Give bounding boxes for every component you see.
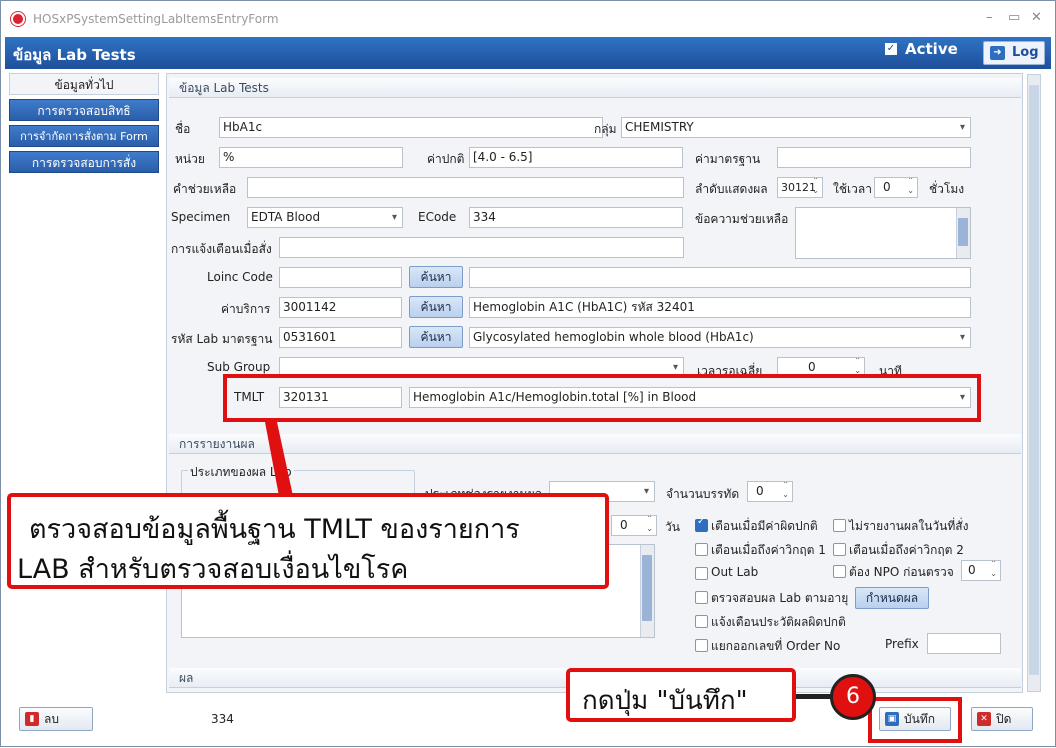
help-message-label: ข้อความช่วยเหลือ [695,212,789,226]
std-lab-input[interactable]: 0531601 [279,327,402,348]
help-message-scrollbar[interactable] [956,208,970,258]
specimen-select[interactable]: EDTA Blood [247,207,403,228]
loinc-label: Loinc Code [207,270,273,284]
lines-spinner[interactable]: 0 [747,481,793,502]
group-select[interactable]: CHEMISTRY [621,117,971,138]
tmlt-callout-line-1: ตรวจสอบข้อมูลพื้นฐาน TMLT ของรายการ [29,514,520,545]
form-title: ข้อมูล Lab Tests [13,46,136,64]
subgroup-label: Sub Group [207,360,271,374]
report-scrollbar[interactable] [640,545,654,637]
help-input[interactable] [247,177,684,198]
tmlt-callout-line-2: LAB สำหรับตรวจสอบเงื่อนไขโรค [17,554,409,585]
sidebar-item-rights[interactable]: การตรวจสอบสิทธิ [9,99,159,121]
normal-value-input[interactable]: [4.0 - 6.5] [469,147,683,168]
check-critical-1[interactable]: เตือนเมื่อถึงค่าวิกฤต 1 [695,541,826,560]
service-input[interactable]: 3001142 [279,297,402,318]
standard-input[interactable] [777,147,971,168]
order-label: ลำดับแสดงผล [695,182,768,196]
time-label: ใช้เวลา [833,182,872,196]
lines-label: จำนวนบรรทัด [666,487,740,501]
define-result-button[interactable]: กำหนดผล [855,587,929,609]
save-highlight-box [868,697,962,743]
save-callout: กดปุ่ม "บันทึก" [566,668,796,722]
service-label: ค่าบริการ [221,302,271,316]
name-label: ชื่อ [175,122,191,136]
close-button[interactable]: ✕ ปิด [971,707,1033,731]
sidebar-item-form-limit[interactable]: การจำกัดการสั่งตาม Form [9,125,159,147]
specimen-label: Specimen [171,210,231,224]
content-scroll-thumb[interactable] [1029,85,1039,675]
notify-label: การแจ้งเตือนเมื่อสั่ง [171,242,272,256]
hour-label: ชั่วโมง [929,182,965,196]
check-separate-order[interactable]: แยกออกเลขที่ Order No [695,637,840,656]
close-window-button[interactable]: ✕ [1031,10,1042,25]
group-label: กลุ่ม [594,122,617,136]
delete-button[interactable]: ▮ ลบ [19,707,93,731]
save-callout-text: กดปุ่ม "บันทึก" [582,686,748,716]
normal-label: ค่าปกติ [427,152,465,166]
unit-input[interactable]: % [219,147,403,168]
check-critical-2[interactable]: เตือนเมื่อถึงค่าวิกฤต 2 [833,541,964,560]
unit-label: หน่วย [175,152,205,166]
save-callout-connector [796,694,832,699]
window-title: HOSxPSystemSettingLabItemsEntryForm [33,12,279,26]
days-spinner[interactable]: 0 [611,515,657,536]
std-lab-search-button[interactable]: ค้นหา [409,326,463,348]
sidebar-item-general[interactable]: ข้อมูลทั่วไป [9,73,159,95]
std-lab-label: รหัส Lab มาตรฐาน [171,332,273,346]
help-message-scroll-thumb[interactable] [958,218,968,246]
item-code: 334 [211,712,234,726]
app-window: HOSxPSystemSettingLabItemsEntryForm – ▭ … [0,0,1056,747]
close-button-label: ปิด [996,712,1012,726]
service-search-button[interactable]: ค้นหา [409,296,463,318]
active-checkbox[interactable]: ✓ [885,43,897,55]
tmlt-callout: ตรวจสอบข้อมูลพื้นฐาน TMLT ของรายการ LAB … [7,493,609,589]
standard-label: ค่ามาตรฐาน [695,152,761,166]
loinc-input[interactable] [279,267,402,288]
app-icon [11,12,25,26]
title-bar: HOSxPSystemSettingLabItemsEntryForm – ▭ … [1,1,1055,37]
check-no-report-same-day[interactable]: ไม่รายงานผลในวันที่สั่ง [833,517,968,536]
delete-button-label: ลบ [44,712,59,726]
log-button-label: Log [1012,45,1039,60]
prefix-input[interactable] [927,633,1001,654]
check-alert-abnormal[interactable]: เตือนเมื่อมีค่าผิดปกติ [695,516,818,536]
trash-icon: ▮ [25,712,39,726]
help-label: คำช่วยเหลือ [173,182,237,196]
check-out-lab[interactable]: Out Lab [695,565,758,580]
check-npo[interactable]: ต้อง NPO ก่อนตรวจ [833,563,954,582]
time-spinner[interactable]: 0 [874,177,918,198]
loinc-description [469,267,971,288]
tmlt-highlight-box [223,374,981,422]
report-group-title: การรายงานผล [169,434,1021,454]
step-badge: 6 [830,674,876,720]
ecode-label: ECode [418,210,457,224]
npo-spinner[interactable]: 0 [961,560,1001,581]
sidebar-item-order-check[interactable]: การตรวจสอบการสั่ง [9,151,159,173]
report-scroll-thumb[interactable] [642,555,652,621]
service-description: Hemoglobin A1C (HbA1C) รหัส 32401 [469,297,971,318]
log-icon: ➜ [990,46,1005,60]
prefix-label: Prefix [885,637,919,651]
result-type-label: ประเภทของผล Lab [188,463,294,482]
form-header: ข้อมูล Lab Tests ✓ Active ➜ Log [5,37,1051,69]
lab-tests-group-title: ข้อมูล Lab Tests [169,78,1021,98]
close-x-icon: ✕ [977,712,991,726]
content-scrollbar[interactable] [1027,74,1041,692]
active-label: Active [905,40,958,58]
name-input[interactable]: HbA1c [219,117,603,138]
notify-input[interactable] [279,237,684,258]
log-button[interactable]: ➜ Log [983,41,1045,65]
order-spinner[interactable]: 30121 [777,177,823,198]
sidebar: ข้อมูลทั่วไป การตรวจสอบสิทธิ การจำกัดการ… [9,73,161,683]
days-label: วัน [665,520,680,534]
check-abnormal-history[interactable]: แจ้งเตือนประวัติผลผิดปกติ [695,613,846,632]
check-age-result[interactable]: ตรวจสอบผล Lab ตามอายุ [695,589,848,608]
minimize-button[interactable]: – [986,10,993,25]
maximize-button[interactable]: ▭ [1008,10,1020,25]
help-message-textarea[interactable] [795,207,971,259]
loinc-search-button[interactable]: ค้นหา [409,266,463,288]
ecode-input[interactable]: 334 [469,207,683,228]
std-lab-select[interactable]: Glycosylated hemoglobin whole blood (HbA… [469,327,971,348]
